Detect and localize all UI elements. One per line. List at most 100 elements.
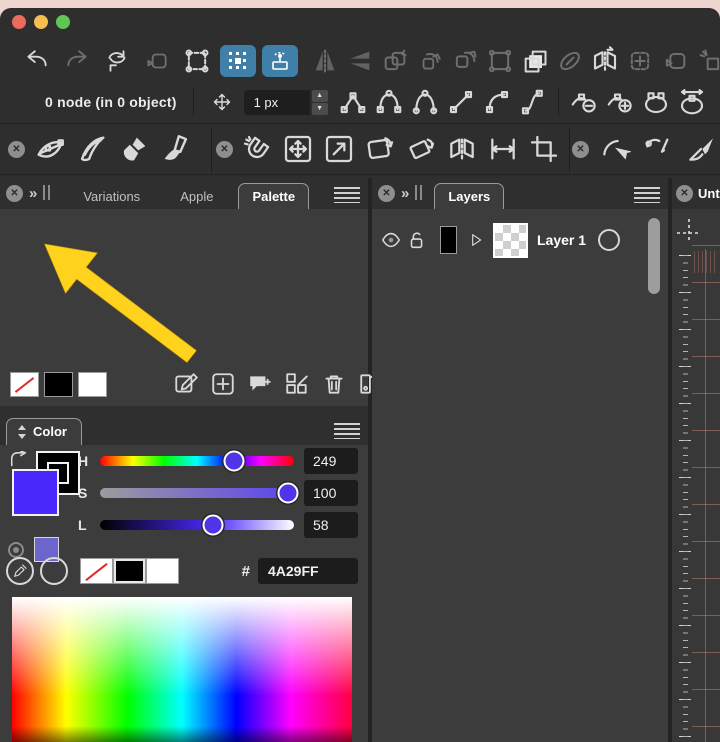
add-comment-icon[interactable] bbox=[246, 370, 274, 398]
close-panel-icon[interactable]: ✕ bbox=[6, 185, 23, 202]
add-swatch-icon[interactable] bbox=[209, 370, 237, 398]
minimize-window-button[interactable] bbox=[34, 15, 48, 29]
panel-menu-icon[interactable] bbox=[334, 187, 360, 203]
panel-menu-icon[interactable] bbox=[634, 187, 660, 203]
snap-rotate-icon[interactable] bbox=[363, 132, 397, 166]
collapse-chevron-icon[interactable]: » bbox=[29, 185, 37, 202]
collapse-chevron-icon[interactable]: » bbox=[401, 185, 409, 202]
spinner-down-button[interactable]: ▼ bbox=[312, 103, 328, 115]
delete-swatch-icon[interactable] bbox=[320, 370, 348, 398]
transform-object-icon[interactable] bbox=[483, 44, 517, 78]
rotate-cw-icon[interactable] bbox=[448, 44, 482, 78]
fill-color-well[interactable] bbox=[12, 469, 59, 516]
hue-value[interactable]: 249 bbox=[304, 448, 358, 474]
layers-scrollbar[interactable] bbox=[648, 218, 660, 294]
link-objects-icon[interactable] bbox=[553, 44, 587, 78]
snap-distance-icon[interactable] bbox=[486, 132, 520, 166]
flip-horizontal-icon[interactable] bbox=[308, 44, 342, 78]
close-toolbar-group-icon[interactable]: ✕ bbox=[572, 141, 589, 158]
saturation-knob[interactable] bbox=[278, 483, 299, 504]
crop-icon[interactable] bbox=[527, 132, 561, 166]
quick-swatch-white[interactable] bbox=[146, 558, 179, 584]
spinner-up-button[interactable]: ▲ bbox=[312, 90, 328, 102]
unlink-clone-icon[interactable] bbox=[693, 44, 720, 78]
drag-handle-icon[interactable] bbox=[415, 185, 422, 200]
zoom-window-button[interactable] bbox=[56, 15, 70, 29]
delete-node-icon[interactable] bbox=[567, 85, 601, 119]
close-toolbar-group-icon[interactable]: ✕ bbox=[8, 141, 25, 158]
no-color-circle-icon[interactable] bbox=[40, 557, 68, 585]
symmetric-node-icon[interactable] bbox=[408, 85, 442, 119]
snap-mirror-icon[interactable] bbox=[445, 132, 479, 166]
mirror-copy-icon[interactable] bbox=[588, 44, 622, 78]
hue-knob[interactable] bbox=[223, 451, 244, 472]
redo-icon[interactable] bbox=[60, 44, 94, 78]
paste-in-place-icon[interactable] bbox=[140, 44, 174, 78]
loop-copy-icon[interactable] bbox=[658, 44, 692, 78]
object-to-path-icon[interactable] bbox=[639, 85, 673, 119]
drag-handle-icon[interactable] bbox=[43, 185, 50, 200]
layer-name[interactable]: Layer 1 bbox=[537, 232, 586, 248]
eyedropper-icon[interactable] bbox=[6, 557, 34, 585]
layer-expand-triangle-icon[interactable] bbox=[465, 223, 487, 257]
swatch-white[interactable] bbox=[78, 372, 107, 397]
tab-palette[interactable]: Palette bbox=[238, 183, 309, 209]
shape-tool-icon[interactable] bbox=[33, 132, 67, 166]
clipped-node-icon[interactable] bbox=[711, 85, 720, 119]
layer-visibility-eye-icon[interactable] bbox=[378, 223, 404, 257]
flip-vertical-icon[interactable] bbox=[343, 44, 377, 78]
swatch-none[interactable] bbox=[10, 372, 39, 397]
canvas-area[interactable] bbox=[672, 209, 720, 742]
close-window-button[interactable] bbox=[12, 15, 26, 29]
edit-palette-icon[interactable] bbox=[172, 370, 200, 398]
snap-skew-icon[interactable] bbox=[404, 132, 438, 166]
layer-select-circle[interactable] bbox=[598, 229, 620, 251]
color-field-picker[interactable] bbox=[12, 597, 352, 742]
close-document-icon[interactable]: ✕ bbox=[676, 185, 693, 202]
rotate-cursor-icon[interactable] bbox=[598, 132, 632, 166]
selection-bbox-icon[interactable] bbox=[180, 44, 214, 78]
swatch-black[interactable] bbox=[44, 372, 73, 397]
snap-move-icon[interactable] bbox=[281, 132, 315, 166]
curve-segment-icon[interactable] bbox=[480, 85, 514, 119]
arrange-swatches-icon[interactable] bbox=[283, 370, 311, 398]
knife-tool-icon[interactable] bbox=[684, 132, 718, 166]
brush-tool-icon[interactable] bbox=[117, 132, 151, 166]
add-object-icon[interactable] bbox=[623, 44, 657, 78]
layer-color-swatch[interactable] bbox=[440, 226, 457, 254]
line-segment-icon[interactable] bbox=[444, 85, 478, 119]
step-size-spinner[interactable]: 1 px ▲ ▼ bbox=[244, 90, 328, 115]
hex-input[interactable]: 4A29FF bbox=[258, 558, 358, 584]
layer-row[interactable]: Layer 1 bbox=[372, 219, 668, 261]
color-menu-icon[interactable] bbox=[334, 423, 360, 439]
insert-node-icon[interactable] bbox=[603, 85, 637, 119]
layer-thumbnail[interactable] bbox=[493, 223, 528, 258]
stack-objects-icon[interactable] bbox=[518, 44, 552, 78]
tab-layers[interactable]: Layers bbox=[434, 183, 504, 209]
tab-apple[interactable]: Apple bbox=[167, 184, 226, 209]
s-curve-segment-icon[interactable] bbox=[516, 85, 550, 119]
quick-swatch-black[interactable] bbox=[113, 558, 146, 584]
quick-swatch-none[interactable] bbox=[80, 558, 113, 584]
lightness-knob[interactable] bbox=[202, 515, 223, 536]
swap-fill-stroke-icon[interactable] bbox=[8, 451, 30, 471]
close-toolbar-group-icon[interactable]: ✕ bbox=[216, 141, 233, 158]
rotate-90-icon[interactable] bbox=[413, 44, 447, 78]
corner-node-icon[interactable] bbox=[336, 85, 370, 119]
hue-slider[interactable] bbox=[100, 456, 294, 466]
show-transform-handles-toggle[interactable] bbox=[220, 45, 256, 77]
snap-resize-icon[interactable] bbox=[322, 132, 356, 166]
calligraphy-pen-icon[interactable] bbox=[75, 132, 109, 166]
saturation-value[interactable]: 100 bbox=[304, 480, 358, 506]
close-panel-icon[interactable]: ✕ bbox=[378, 185, 395, 202]
stroke-to-path-icon[interactable] bbox=[675, 85, 709, 119]
snap-magnet-icon[interactable] bbox=[240, 132, 274, 166]
tab-variations[interactable]: Variations bbox=[70, 184, 153, 209]
color-target-radio[interactable] bbox=[8, 542, 24, 558]
step-size-value[interactable]: 1 px bbox=[244, 90, 310, 115]
layer-lock-icon[interactable] bbox=[404, 223, 430, 257]
rotate-ccw-icon[interactable] bbox=[378, 44, 412, 78]
lightness-slider[interactable] bbox=[100, 520, 294, 530]
lightness-value[interactable]: 58 bbox=[304, 512, 358, 538]
smooth-node-icon[interactable] bbox=[372, 85, 406, 119]
